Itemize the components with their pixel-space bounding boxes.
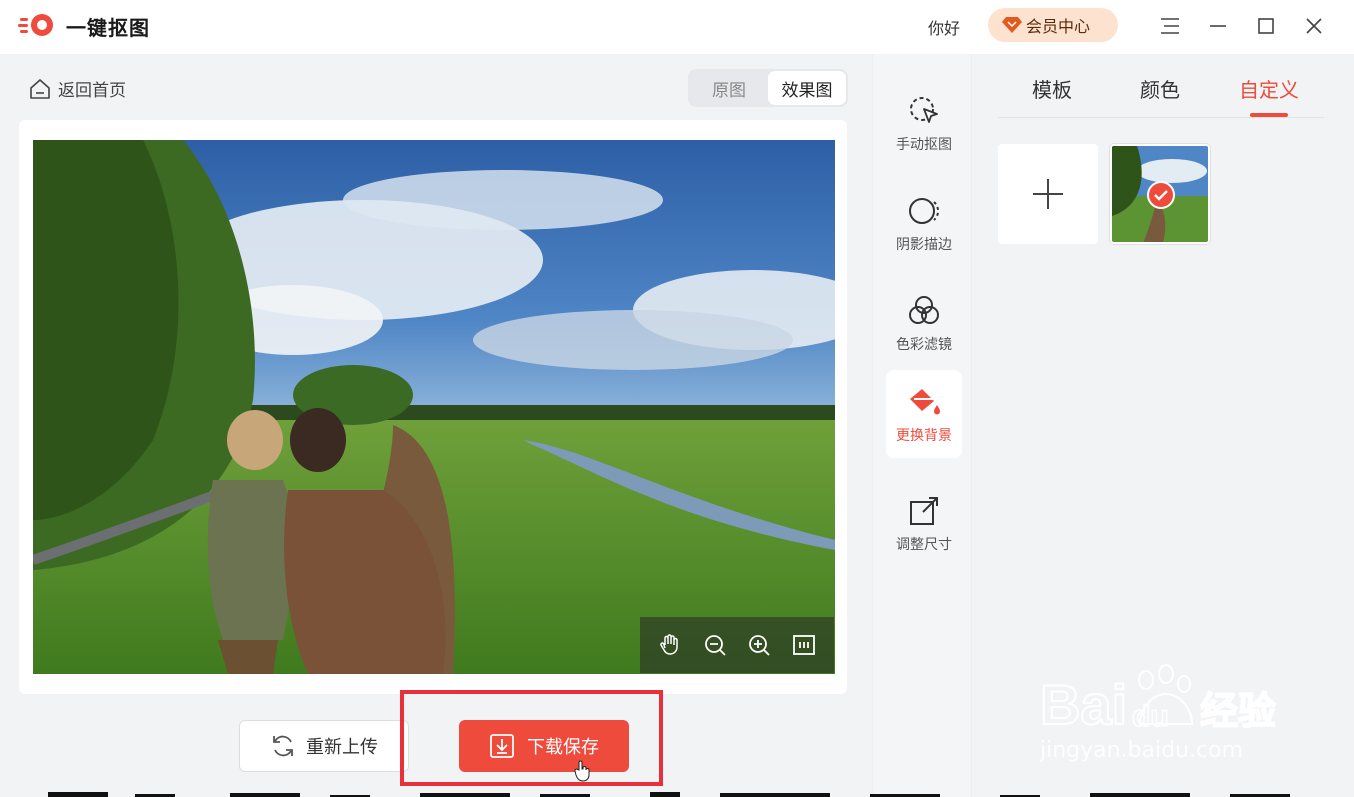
tab-custom[interactable]: 自定义: [1239, 74, 1299, 103]
tool-label: 手动抠图: [896, 137, 952, 153]
svg-text:du: du: [1132, 700, 1169, 733]
fit-screen-icon[interactable]: [790, 631, 818, 659]
tool-label: 阴影描边: [896, 237, 952, 253]
tool-label: 更换背景: [896, 428, 952, 444]
view-toggle: 原图 效果图: [688, 69, 848, 107]
tab-divider: [998, 117, 1324, 118]
tab-color[interactable]: 颜色: [1140, 74, 1180, 103]
plus-icon: [1033, 179, 1063, 209]
reupload-button[interactable]: 重新上传: [239, 720, 409, 772]
paint-bucket-icon: [910, 389, 940, 415]
resize-icon: [910, 497, 938, 525]
reupload-label: 重新上传: [306, 737, 378, 758]
tool-label: 色彩滤镜: [896, 337, 952, 353]
app-title: 一键抠图: [66, 16, 150, 40]
maximize-icon[interactable]: [1252, 12, 1280, 40]
shadow-outline-icon: [909, 198, 940, 224]
hand-icon[interactable]: [656, 631, 684, 659]
vip-center-button[interactable]: 会员中心: [988, 8, 1118, 42]
diamond-icon: [1002, 17, 1022, 33]
menu-icon[interactable]: [1156, 12, 1184, 40]
svg-text:Bai: Bai: [1040, 673, 1127, 734]
zoom-out-icon[interactable]: [701, 631, 729, 659]
tab-result[interactable]: 效果图: [768, 71, 846, 105]
tool-manual-cutout[interactable]: 手动抠图: [886, 80, 962, 168]
tool-shadow-outline[interactable]: 阴影描边: [886, 180, 962, 268]
download-icon: [490, 734, 514, 758]
selected-check-icon: [1146, 180, 1176, 214]
close-icon[interactable]: [1300, 12, 1328, 40]
vip-center-label: 会员中心: [1026, 17, 1091, 36]
manual-cutout-icon: [910, 97, 938, 123]
color-filter-icon: [909, 296, 939, 324]
tool-label: 调整尺寸: [896, 537, 952, 553]
zoom-in-icon[interactable]: [745, 631, 773, 659]
result-image[interactable]: [33, 140, 835, 674]
tool-change-background[interactable]: 更换背景: [886, 370, 962, 458]
tool-column: 手动抠图 阴影描边 色彩滤镜 更换背景 调整尺寸: [872, 54, 972, 797]
download-save-label: 下载保存: [527, 737, 599, 758]
app-logo-icon: [18, 10, 58, 40]
back-home-label: 返回首页: [58, 81, 126, 101]
tab-template[interactable]: 模板: [1032, 74, 1072, 103]
active-tab-indicator: [1250, 113, 1288, 117]
tool-color-filter[interactable]: 色彩滤镜: [886, 280, 962, 368]
title-bar: 一键抠图 你好 会员中心: [0, 0, 1354, 54]
download-save-button[interactable]: 下载保存: [459, 720, 629, 772]
hand-cursor-icon: [574, 760, 592, 786]
user-greeting[interactable]: 你好: [928, 15, 960, 39]
refresh-icon: [273, 735, 293, 757]
cropped-caption: [0, 786, 1354, 797]
home-icon: [30, 78, 50, 99]
minimize-icon[interactable]: [1204, 12, 1232, 40]
add-background-button[interactable]: [998, 144, 1098, 244]
tool-resize[interactable]: 调整尺寸: [886, 480, 962, 568]
tab-original[interactable]: 原图: [690, 71, 768, 105]
svg-text:经验: 经验: [1200, 689, 1276, 733]
back-home-link[interactable]: 返回首页: [28, 76, 126, 101]
watermark-url: jingyan.baidu.com: [1040, 738, 1244, 763]
zoom-toolbar: [640, 617, 834, 673]
